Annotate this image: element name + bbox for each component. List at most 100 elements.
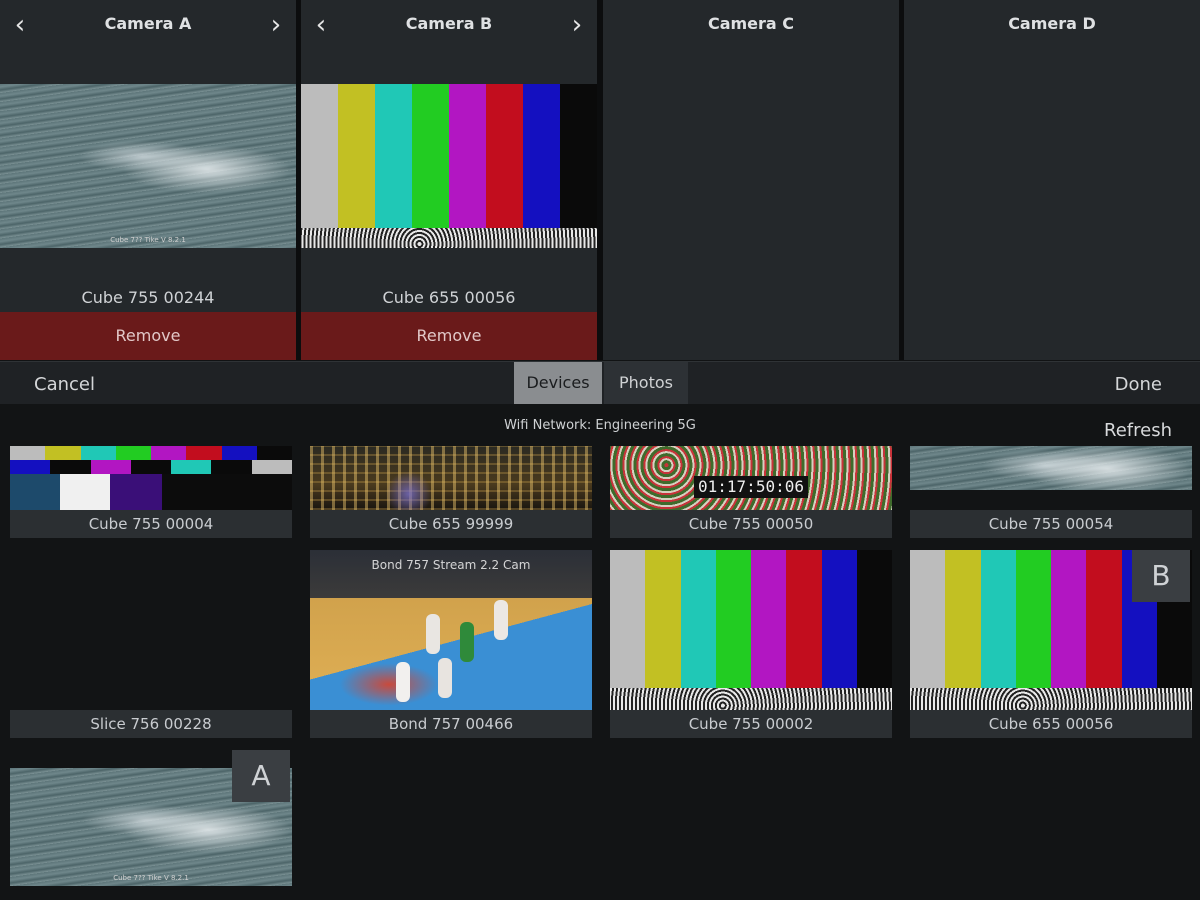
device-name: Cube 755 00054 (910, 510, 1192, 538)
camera-slot-a[interactable]: ‹ Camera A › Cube 7?? Tike V 8.2.1 Cube … (0, 0, 296, 360)
device-preview: Bond 757 Stream 2.2 Cam (310, 550, 592, 710)
color-bar (786, 550, 822, 688)
camera-feed: Cube 7?? Tike V 8.2.1 (0, 84, 296, 248)
feed-caption: Cube 7?? Tike V 8.2.1 (110, 236, 186, 244)
color-bar (338, 84, 375, 228)
tab-photos[interactable]: Photos (604, 362, 688, 404)
assigned-slot-badge: B (1132, 550, 1190, 602)
player-figure (494, 600, 508, 640)
camera-slot-b[interactable]: ‹ Camera B › Cube 655 00056 Remove (301, 0, 597, 360)
color-bar (856, 550, 892, 688)
device-preview (10, 446, 292, 510)
sea-preview (0, 84, 296, 248)
device-preview (310, 446, 592, 510)
color-bar (221, 446, 257, 460)
device-picker: Cancel Devices Photos Done Wifi Network:… (0, 361, 1200, 900)
device-preview: 01:17:50:06 (610, 446, 892, 510)
city-preview (310, 446, 592, 510)
device-name: Cube 755 00004 (10, 510, 292, 538)
noise-strip (610, 688, 892, 710)
player-figure (460, 622, 474, 662)
color-bar (715, 550, 751, 688)
color-bar (751, 550, 787, 688)
camera-slot-d[interactable]: Camera D (904, 0, 1200, 360)
device-tile[interactable]: Cube 655 99999 (310, 446, 592, 538)
sea-preview (910, 446, 1192, 490)
color-bar (256, 446, 292, 460)
camera-header: Camera D (904, 0, 1200, 52)
remove-button[interactable]: Remove (0, 312, 296, 360)
color-bar (10, 446, 46, 460)
camera-title: Camera B (405, 14, 493, 33)
color-bars-preview (301, 84, 597, 228)
stream-overlay: Bond 757 Stream 2.2 Cam (371, 558, 531, 572)
color-bar (910, 550, 946, 688)
color-bar (1051, 550, 1087, 688)
assigned-slot-badge: A (232, 750, 290, 802)
camera-device-name: Cube 655 00056 (382, 288, 516, 307)
color-bar (486, 84, 523, 228)
device-tile[interactable]: Slice 756 00228 (10, 550, 292, 738)
device-preview (910, 446, 1192, 490)
camera-header: ‹ Camera B › (301, 0, 597, 52)
remove-button[interactable]: Remove (301, 312, 597, 360)
chevron-right-icon[interactable]: › (563, 10, 591, 40)
camera-header: Camera C (603, 0, 899, 52)
camera-device-name: Cube 755 00244 (81, 288, 215, 307)
camera-strip: ‹ Camera A › Cube 7?? Tike V 8.2.1 Cube … (0, 0, 1200, 360)
camera-header: ‹ Camera A › (0, 0, 296, 52)
color-bar (301, 84, 338, 228)
refresh-button[interactable]: Refresh (1104, 420, 1172, 441)
device-name: Cube 655 00056 (910, 710, 1192, 738)
device-preview (610, 550, 892, 710)
color-bar (1086, 550, 1122, 688)
tab-devices[interactable]: Devices (514, 362, 602, 404)
reverse-bars (10, 460, 292, 474)
player-figure (426, 614, 440, 654)
device-tile[interactable]: Bond 757 Stream 2.2 Cam Bond 757 00466 (310, 550, 592, 738)
color-bar (412, 84, 449, 228)
device-tile[interactable]: Cube 755 00002 (610, 550, 892, 738)
device-name: Cube 755 00002 (610, 710, 892, 738)
color-bars-preview (610, 550, 892, 688)
color-bar (186, 446, 222, 460)
device-tile[interactable]: Cube 7?? Tike V 8.2.1 A (10, 750, 292, 888)
noise-strip (301, 228, 597, 248)
cancel-button[interactable]: Cancel (34, 374, 95, 395)
device-tile[interactable]: Cube 755 00004 (10, 446, 292, 538)
noise-strip (910, 688, 1192, 710)
color-bar (680, 550, 716, 688)
color-bar (560, 84, 597, 228)
color-bar (945, 550, 981, 688)
device-preview-empty (10, 550, 292, 710)
color-bar (45, 446, 81, 460)
picker-toolbar: Cancel Devices Photos Done (0, 362, 1200, 404)
device-name: Cube 755 00050 (610, 510, 892, 538)
color-bar (645, 550, 681, 688)
color-bar (523, 84, 560, 228)
color-bar (610, 550, 646, 688)
pluge-bars (10, 474, 292, 510)
color-bar (1015, 550, 1051, 688)
color-bars-preview (10, 446, 292, 460)
player-figure (438, 658, 452, 698)
color-bar (80, 446, 116, 460)
device-name: Slice 756 00228 (10, 710, 292, 738)
done-button[interactable]: Done (1115, 374, 1162, 395)
device-name: Bond 757 00466 (310, 710, 592, 738)
color-bar (821, 550, 857, 688)
device-name: Cube 655 99999 (310, 510, 592, 538)
chevron-right-icon[interactable]: › (262, 10, 290, 40)
color-bar (151, 446, 187, 460)
color-bar (980, 550, 1016, 688)
player-figure (396, 662, 410, 702)
device-tile[interactable]: 01:17:50:06 Cube 755 00050 (610, 446, 892, 538)
device-tile[interactable]: Cube 755 00054 (910, 446, 1192, 538)
camera-title: Camera A (104, 14, 192, 33)
camera-title: Camera D (1008, 14, 1096, 33)
camera-slot-c[interactable]: Camera C (603, 0, 899, 360)
camera-title: Camera C (707, 14, 795, 33)
device-tile[interactable]: B Cube 655 00056 (910, 550, 1192, 738)
color-bar (375, 84, 412, 228)
camera-feed (301, 84, 597, 248)
